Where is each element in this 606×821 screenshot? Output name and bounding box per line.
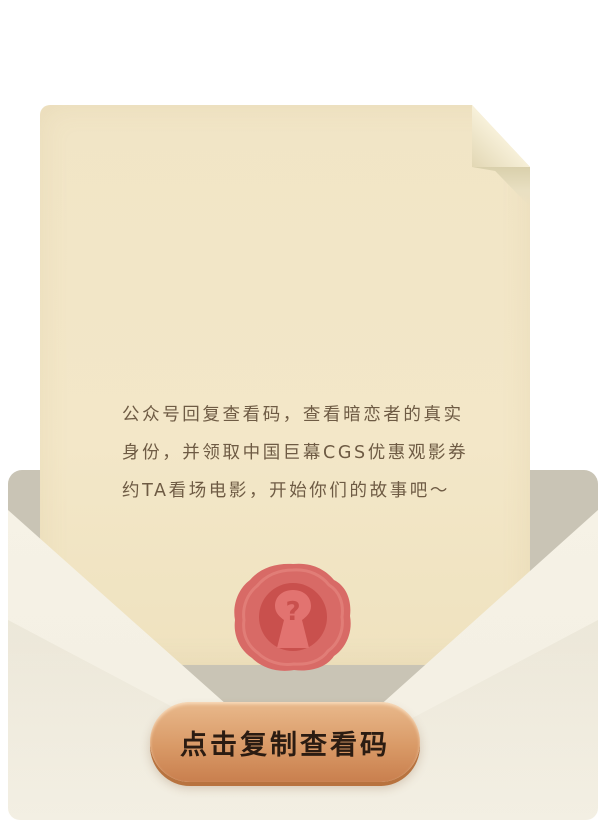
wax-seal: ? (234, 563, 351, 671)
letter-message: 公众号回复查看码，查看暗恋者的真实身份，并领取中国巨幕CGS优惠观影券约TA看场… (122, 405, 469, 501)
copy-code-button[interactable]: 点击复制查看码 (150, 702, 420, 782)
svg-text:?: ? (285, 597, 300, 627)
letter-scene: 公众号回复查看码，查看暗恋者的真实身份，并领取中国巨幕CGS优惠观影券约TA看场… (0, 0, 606, 821)
letter-folded-corner (472, 105, 530, 167)
